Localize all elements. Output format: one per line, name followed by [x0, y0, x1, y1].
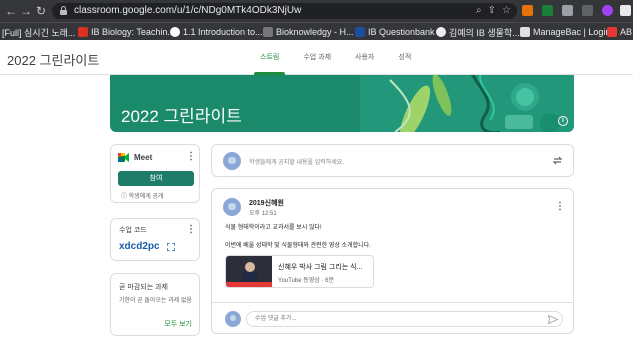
bookmark-label: Bioknowledgy - H...: [276, 27, 354, 37]
fullscreen-icon[interactable]: [167, 243, 175, 251]
lock-icon: [60, 6, 67, 15]
upcoming-empty-text: 기한이 곧 돌아오는 과제 없음: [119, 298, 192, 304]
class-code-card: 수업 코드 ⋮ xdcd2pc: [110, 218, 200, 261]
bookmark-item[interactable]: 김예의 IB 생물학...: [436, 25, 520, 39]
extension-icon[interactable]: [562, 5, 573, 16]
bookmark-label: AB: [620, 27, 633, 37]
profile-icon[interactable]: [602, 5, 613, 16]
tab-people[interactable]: 사용자: [343, 40, 386, 75]
bookmark-label: [Full] 심시긴 노래...: [2, 27, 76, 38]
back-icon[interactable]: ←: [4, 4, 18, 18]
meet-card: Meet ⋮ 참여 ⓘ 학생에게 공개: [110, 144, 200, 203]
more-vert-icon[interactable]: ⋮: [186, 225, 196, 235]
video-thumbnail: [226, 256, 272, 287]
divider: [212, 302, 573, 303]
meet-label: Meet: [134, 153, 153, 162]
bookmark-item[interactable]: ManageBac | Login: [520, 25, 610, 39]
reload-icon[interactable]: ↻: [34, 4, 48, 18]
bookmark-item[interactable]: AB: [607, 25, 632, 39]
bookmark-icon: [263, 27, 273, 37]
bookmark-label: IB Questionbank: [368, 27, 435, 37]
avatar: [223, 152, 241, 170]
bookmark-item[interactable]: [Full] 심시긴 노래...: [2, 25, 75, 39]
class-tabs: 스트림 수업 과제 사용자 성적: [248, 40, 423, 75]
class-code-value: xdcd2pc: [119, 241, 160, 252]
url-text: classroom.google.com/u/1/c/NDg0MTk4ODk3N…: [74, 5, 302, 16]
attachment-card[interactable]: 신혜우 박사 그림 그리는 식... YouTube 동영상 · 6분: [225, 255, 374, 288]
post-time: 오후 12:51: [249, 211, 277, 217]
bookmark-icon: [78, 27, 88, 37]
bookmarks-bar: [Full] 심시긴 노래... IB Biology: Teachin... …: [0, 22, 633, 40]
forward-icon[interactable]: →: [19, 4, 33, 18]
bookmark-icon: [436, 27, 446, 37]
post-card: 2019신혜원 오후 12:51 ⋮ 식물 형태학이라고 교과서를 보시 않다!…: [211, 188, 574, 334]
post-text: 이번에 배울 성태학 및 식물형태와 관련한 영상 소개합니다.: [225, 243, 371, 249]
star-icon[interactable]: ☆: [502, 4, 511, 18]
address-bar[interactable]: classroom.google.com/u/1/c/NDg0MTk4ODk3N…: [52, 3, 517, 19]
tab-classwork[interactable]: 수업 과제: [291, 40, 343, 75]
view-all-link[interactable]: 모두 보기: [164, 319, 192, 329]
bookmark-label: ManageBac | Login: [533, 27, 611, 37]
browser-toolbar: ← → ↻ classroom.google.com/u/1/c/NDg0MTk…: [0, 0, 633, 22]
post-text: 식물 형태학이라고 교과서를 보시 않다!: [225, 225, 322, 231]
bookmark-label: IB Biology: Teachin...: [91, 27, 175, 37]
meet-visibility-note: ⓘ 학생에게 공개: [121, 194, 164, 200]
upcoming-label: 곧 마감되는 과제: [119, 284, 168, 291]
class-banner: 2022 그린라이트 i: [110, 75, 574, 132]
more-vert-icon[interactable]: ⋮: [555, 202, 565, 212]
bookmark-icon: [355, 27, 365, 37]
classroom-header: 2022 그린라이트 스트림 수업 과제 사용자 성적: [0, 40, 633, 75]
attachment-title: 신혜우 박사 그림 그리는 식...: [278, 264, 363, 271]
announce-placeholder[interactable]: 학생들에게 공지할 내용을 입력하세요.: [249, 157, 344, 166]
bookmark-label: 김예의 IB 생물학...: [449, 27, 520, 38]
avatar: [223, 198, 241, 216]
bookmark-icon: [607, 27, 617, 37]
extension-icon[interactable]: [620, 5, 631, 16]
search-icon[interactable]: ⌕: [476, 4, 482, 18]
repost-icon[interactable]: [552, 155, 563, 166]
extension-icon[interactable]: [522, 5, 533, 16]
bookmark-item[interactable]: IB Biology: Teachin...: [78, 25, 175, 39]
info-icon[interactable]: i: [558, 116, 568, 126]
bookmark-icon: [520, 27, 530, 37]
class-code-label: 수업 코드: [119, 227, 147, 234]
extension-icon[interactable]: [542, 5, 553, 16]
share-icon[interactable]: ⇪: [488, 4, 496, 18]
upcoming-card: 곧 마감되는 과제 기한이 곧 돌아오는 과제 없음 모두 보기: [110, 273, 200, 336]
meet-icon: [118, 153, 129, 162]
tab-grades[interactable]: 성적: [386, 40, 423, 75]
banner-title: 2022 그린라이트: [121, 107, 242, 126]
tab-stream[interactable]: 스트림: [248, 40, 291, 75]
bookmark-icon: [170, 27, 180, 37]
bookmark-item[interactable]: 1.1 Introduction to...: [170, 25, 263, 39]
bookmark-label: 1.1 Introduction to...: [183, 27, 263, 37]
announce-card[interactable]: 학생들에게 공지할 내용을 입력하세요.: [211, 144, 574, 177]
bookmark-item[interactable]: Bioknowledgy - H...: [263, 25, 354, 39]
send-icon[interactable]: [548, 315, 558, 324]
class-title[interactable]: 2022 그린라이트: [7, 50, 99, 69]
post-author: 2019신혜원: [249, 200, 284, 207]
avatar: [225, 311, 241, 327]
attachment-subtitle: YouTube 동영상 · 6분: [278, 278, 334, 284]
join-meet-button[interactable]: 참여: [118, 171, 194, 186]
extension-icon[interactable]: [582, 5, 593, 16]
comment-input[interactable]: [246, 311, 563, 327]
bookmark-item[interactable]: IB Questionbank: [355, 25, 435, 39]
more-vert-icon[interactable]: ⋮: [186, 152, 196, 162]
